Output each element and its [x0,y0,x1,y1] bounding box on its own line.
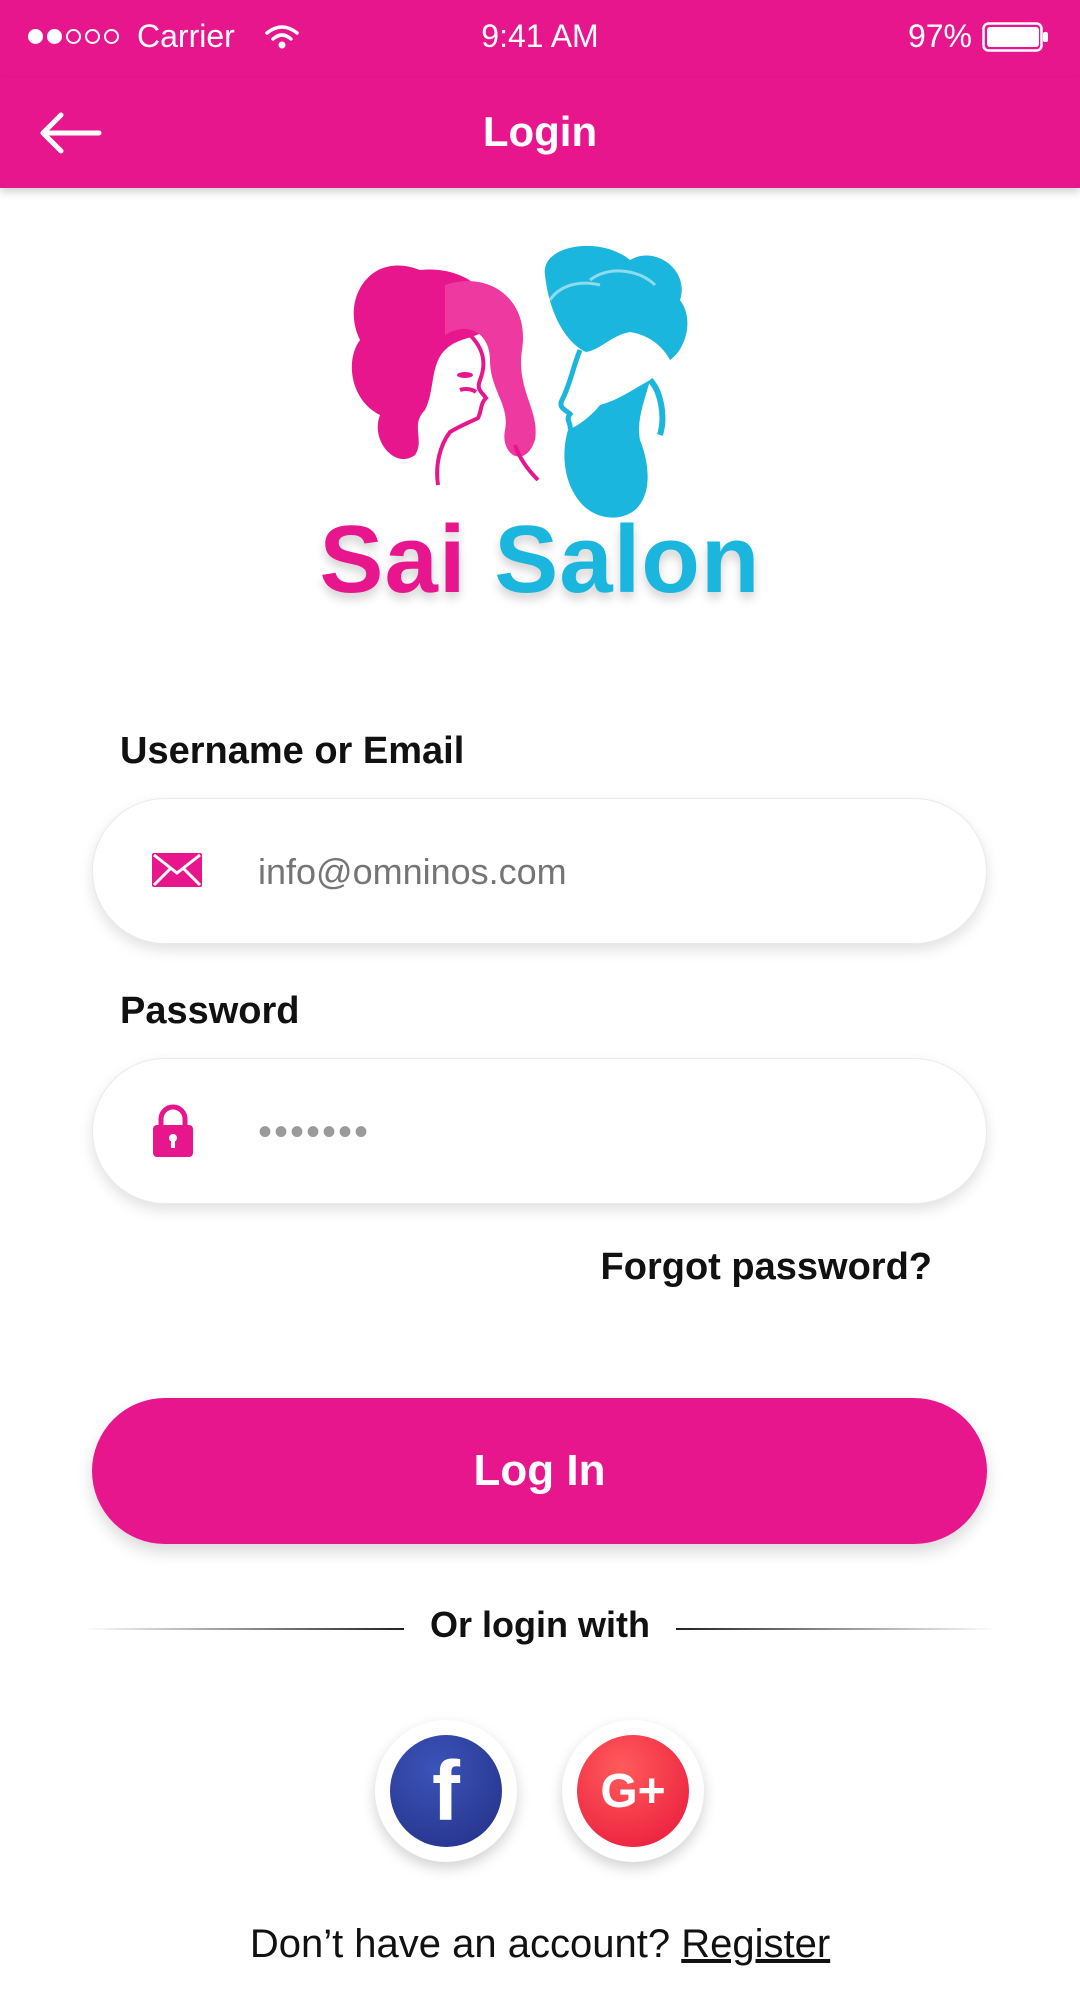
forgot-password-link[interactable]: Forgot password? [601,1246,932,1289]
password-label: Password [120,990,300,1032]
username-field[interactable] [92,798,987,945]
brand-name: Sai Salon [300,505,780,615]
battery-icon [982,21,1048,52]
register-link[interactable]: Register [681,1922,830,1966]
username-input[interactable] [258,799,946,945]
brand-word-sai: Sai [319,506,467,613]
facebook-login-button[interactable]: f [375,1720,517,1862]
google-glyph: G+ [600,1764,666,1818]
register-row: Don’t have an account? Register [0,1922,1080,1967]
status-right: 97% [908,18,1050,55]
google-login-button[interactable]: G+ [562,1720,704,1862]
username-label: Username or Email [120,730,465,772]
facebook-glyph: f [432,1743,460,1838]
facebook-icon: f [390,1735,502,1847]
register-prompt: Don’t have an account? [249,1922,671,1966]
brand-word-salon: Salon [494,506,761,613]
lock-icon [153,1104,193,1157]
login-button[interactable]: Log In [92,1398,987,1544]
google-plus-icon: G+ [577,1735,689,1847]
nav-bar: Login [0,78,1080,188]
or-login-with-text: Or login with [430,1604,650,1645]
battery-percent: 97% [907,18,972,54]
page-title: Login [482,108,598,155]
password-input[interactable]: ••••••• [258,1059,370,1205]
envelope-icon [152,853,202,887]
password-field[interactable]: ••••••• [92,1058,987,1204]
status-bar: Carrier 9:41 AM 97% [0,0,1080,78]
